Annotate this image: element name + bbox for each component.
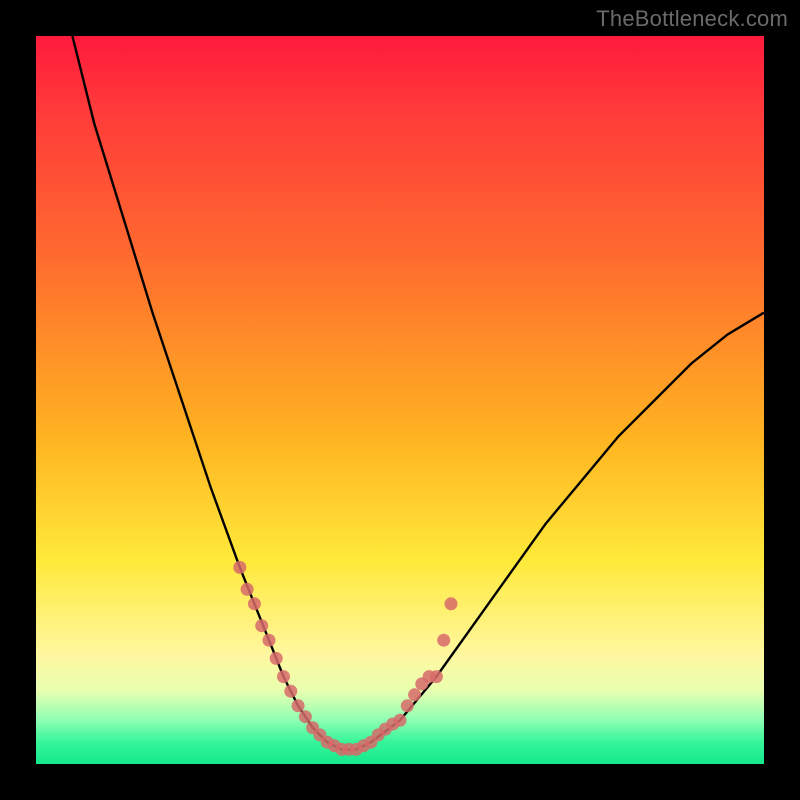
chart-svg-layer xyxy=(36,36,764,764)
bottleneck-curve xyxy=(72,36,764,749)
data-point-marker xyxy=(437,634,450,647)
data-point-marker xyxy=(299,710,312,723)
data-point-marker xyxy=(263,634,276,647)
data-point-marker xyxy=(233,561,246,574)
curve-markers-left xyxy=(233,561,355,756)
data-point-marker xyxy=(408,688,421,701)
data-point-marker xyxy=(394,714,407,727)
data-point-marker xyxy=(401,699,414,712)
data-point-marker xyxy=(292,699,305,712)
data-point-marker xyxy=(445,597,458,610)
data-point-marker xyxy=(277,670,290,683)
data-point-marker xyxy=(270,652,283,665)
data-point-marker xyxy=(248,597,261,610)
watermark-text: TheBottleneck.com xyxy=(596,6,788,32)
chart-frame: TheBottleneck.com xyxy=(0,0,800,800)
curve-path xyxy=(72,36,764,749)
data-point-marker xyxy=(430,670,443,683)
data-point-marker xyxy=(284,685,297,698)
data-point-marker xyxy=(241,583,254,596)
data-point-marker xyxy=(255,619,268,632)
curve-markers-right xyxy=(350,597,458,756)
